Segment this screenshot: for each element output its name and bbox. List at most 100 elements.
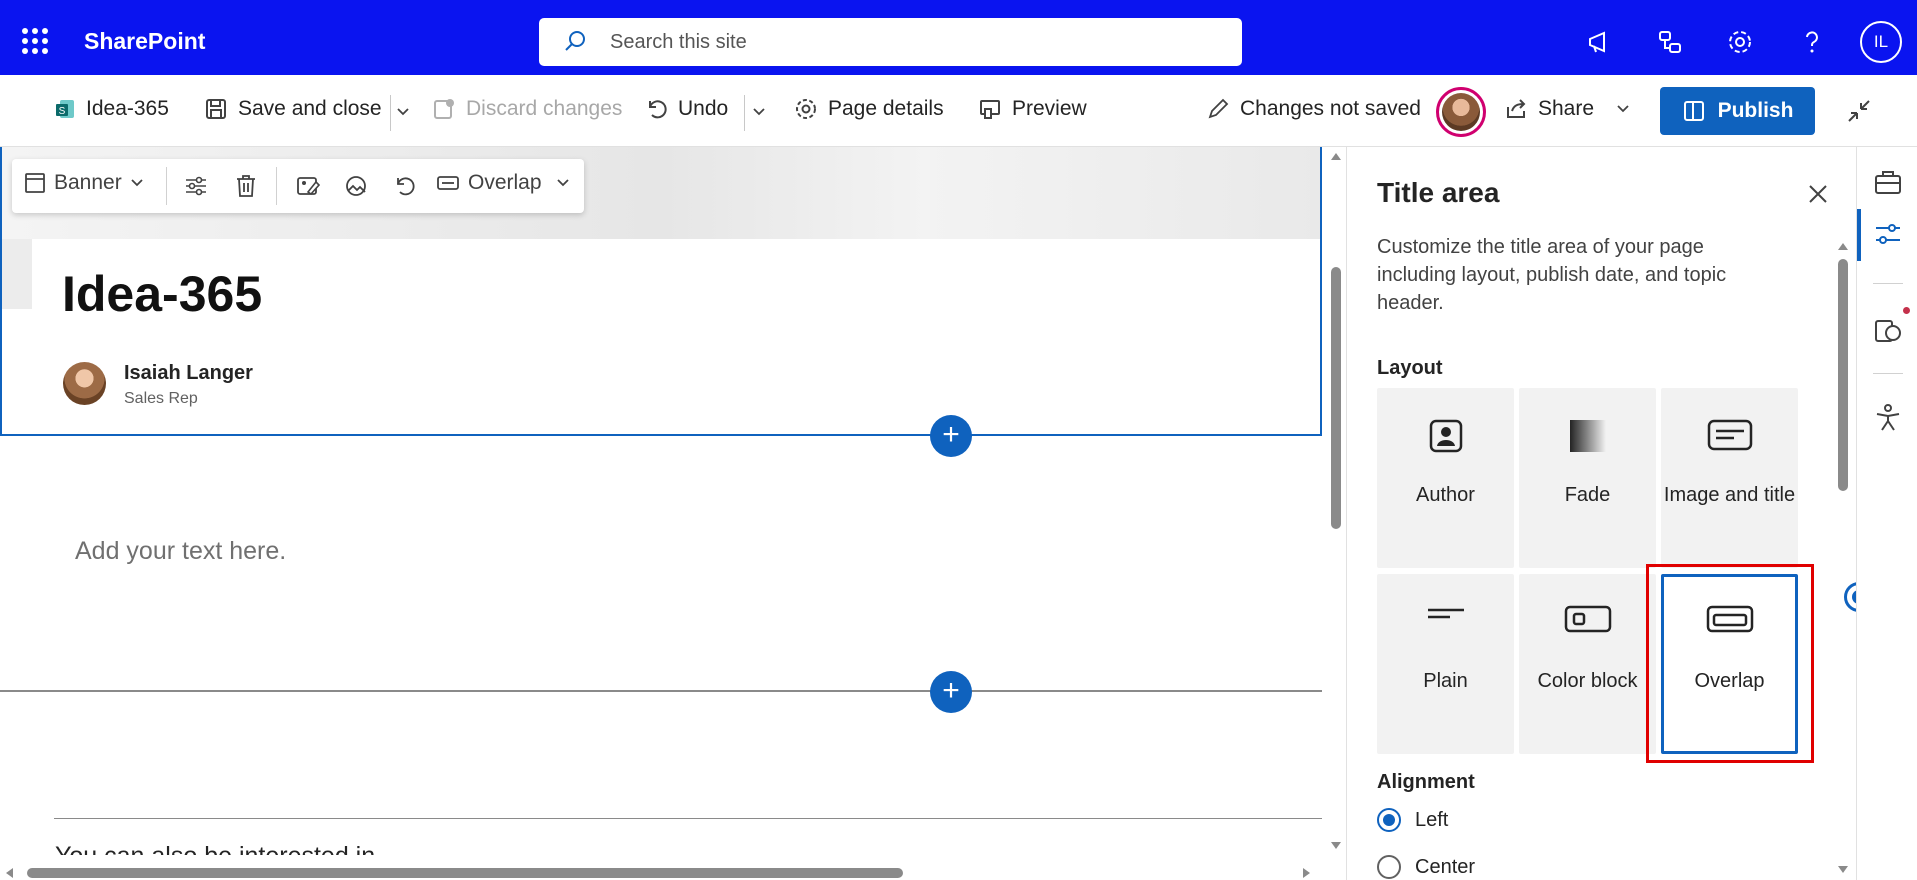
right-rail [1856, 147, 1917, 880]
rail-divider [1873, 373, 1903, 374]
search-placeholder[interactable]: Search this site [610, 31, 747, 54]
publish-button[interactable]: Publish [1660, 87, 1815, 135]
overlap-label: Overlap [468, 171, 542, 194]
undo-button[interactable]: Undo [644, 97, 728, 121]
save-close-button[interactable]: Save and close [204, 97, 382, 121]
share-button[interactable]: Share [1504, 97, 1630, 121]
add-section-button[interactable]: + [930, 415, 972, 457]
layout-option-author[interactable]: Author [1377, 388, 1514, 568]
page-details-label: Page details [828, 97, 944, 120]
overlap-dropdown[interactable]: Overlap [436, 171, 570, 195]
scrollbar-thumb[interactable] [1838, 259, 1848, 491]
author-icon [1429, 419, 1462, 453]
divider [166, 167, 167, 205]
layout-option-fade[interactable]: Fade [1519, 388, 1656, 568]
divider [744, 95, 745, 131]
connections-icon[interactable] [1656, 28, 1684, 56]
settings-sliders-icon[interactable] [1873, 219, 1903, 249]
layout-option-plain[interactable]: Plain [1377, 574, 1514, 754]
author-avatar [63, 362, 106, 405]
layout-label-plain: Plain [1423, 670, 1468, 692]
layout-option-color-block[interactable]: Color block [1519, 574, 1656, 754]
gear-icon [796, 99, 816, 119]
settings-sliders-icon[interactable] [184, 174, 208, 198]
canvas-horizontal-scrollbar[interactable] [0, 864, 1322, 880]
preview-icon [980, 100, 1000, 119]
canvas-vertical-scrollbar[interactable] [1328, 147, 1342, 865]
page-title[interactable]: Idea-365 [62, 265, 262, 323]
scroll-right-icon[interactable] [1302, 867, 1312, 879]
share-label: Share [1538, 97, 1595, 120]
close-icon[interactable] [1807, 183, 1829, 205]
editor-avatar[interactable] [1436, 87, 1486, 137]
title-area-panel: Title area Customize the title area of y… [1346, 147, 1856, 880]
discard-label: Discard changes [466, 97, 623, 120]
panel-scrollbar[interactable] [1835, 237, 1849, 880]
scrollbar-thumb[interactable] [27, 868, 903, 878]
divider [390, 95, 391, 131]
help-icon[interactable] [1798, 28, 1826, 56]
rail-divider [1873, 283, 1903, 284]
preview-button[interactable]: Preview [978, 97, 1087, 121]
collapse-icon[interactable] [1845, 97, 1873, 125]
overlap-icon [437, 176, 459, 190]
text-placeholder[interactable]: Add your text here. [75, 537, 286, 566]
chevron-down-icon[interactable] [752, 107, 766, 117]
megaphone-icon[interactable] [1586, 28, 1614, 56]
user-avatar[interactable]: IL [1860, 21, 1902, 63]
rail-active-indicator [1857, 209, 1861, 261]
banner-icon [25, 173, 45, 193]
chevron-down-icon [131, 179, 143, 187]
page-canvas: Idea-365 Isaiah Langer Sales Rep Banner … [0, 147, 1322, 865]
banner-label: Banner [54, 171, 122, 194]
scroll-down-icon[interactable] [1837, 865, 1849, 875]
trash-icon[interactable] [234, 173, 258, 199]
pencil-icon [1208, 98, 1229, 119]
panel-description: Customize the title area of your page in… [1377, 236, 1727, 314]
preview-label: Preview [1012, 97, 1087, 120]
focal-point-icon[interactable] [344, 174, 368, 198]
discard-icon [434, 99, 454, 119]
color-block-icon [1564, 605, 1611, 633]
section-divider [0, 690, 1322, 692]
alignment-center-label[interactable]: Center [1415, 856, 1475, 879]
edit-image-icon[interactable] [296, 174, 320, 198]
scroll-down-icon[interactable] [1330, 841, 1342, 851]
waffle-icon[interactable] [22, 28, 48, 54]
author-name[interactable]: Isaiah Langer [124, 362, 253, 385]
page-name-button[interactable]: S Idea-365 [54, 97, 169, 121]
undo-icon [649, 100, 667, 119]
add-section-button[interactable]: + [930, 671, 972, 713]
search-box[interactable]: Search this site [539, 18, 1242, 66]
reset-icon[interactable] [392, 174, 416, 198]
chevron-down-icon[interactable] [396, 107, 410, 117]
alignment-left-label[interactable]: Left [1415, 809, 1448, 832]
alignment-left-radio[interactable] [1377, 808, 1401, 832]
scroll-up-icon[interactable] [1837, 241, 1849, 251]
section-divider [54, 818, 1322, 819]
notification-dot [1903, 307, 1910, 314]
fade-icon [1569, 420, 1606, 452]
gear-icon[interactable] [1726, 28, 1754, 56]
save-status-label: Changes not saved [1240, 97, 1421, 120]
design-ideas-icon[interactable] [1873, 315, 1903, 345]
save-icon [206, 99, 226, 119]
page-details-button[interactable]: Page details [794, 97, 944, 121]
search-icon [565, 31, 585, 51]
svg-text:S: S [59, 106, 66, 117]
layout-label-fade: Fade [1564, 484, 1611, 506]
page-name-label: Idea-365 [86, 97, 169, 120]
alignment-center-radio[interactable] [1377, 855, 1401, 879]
save-close-label: Save and close [238, 97, 382, 120]
sharepoint-page-icon: S [56, 100, 74, 118]
layout-option-image-and-title[interactable]: Image and title [1661, 388, 1798, 568]
accessibility-icon[interactable] [1873, 403, 1903, 433]
discard-changes-button[interactable]: Discard changes [432, 97, 622, 121]
banner-dropdown[interactable]: Banner [24, 171, 144, 195]
scroll-up-icon[interactable] [1330, 151, 1342, 161]
scrollbar-thumb[interactable] [1331, 267, 1341, 529]
scroll-left-icon[interactable] [4, 867, 14, 879]
app-brand[interactable]: SharePoint [84, 28, 205, 55]
save-status: Changes not saved [1206, 97, 1421, 121]
toolbox-icon[interactable] [1873, 167, 1903, 197]
